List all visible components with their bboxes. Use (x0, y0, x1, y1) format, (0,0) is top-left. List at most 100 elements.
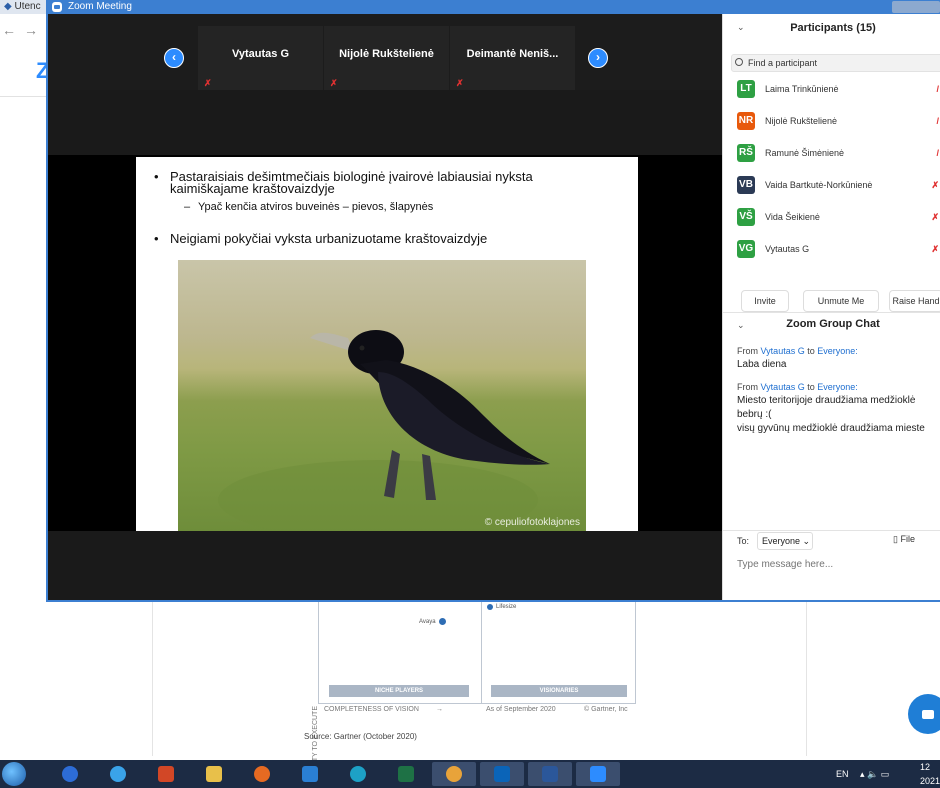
chevron-down-icon: ⌄ (802, 536, 811, 546)
copyright-label: © Gartner, Inc (584, 706, 628, 713)
chat-recipient[interactable]: Everyone: (817, 346, 858, 356)
quadrant-label: NICHE PLAYERS (329, 685, 469, 697)
prev-page-button[interactable]: ‹ (164, 48, 184, 68)
participant-name: Vaida Bartkutė-Norkūnienė (765, 180, 873, 190)
rook-photo: © cepuliofotoklajones (178, 260, 586, 531)
unmute-button[interactable]: Unmute Me (803, 290, 879, 312)
vendor-dot (439, 618, 446, 625)
quadrant-label: VISIONARIES (491, 685, 627, 697)
forward-arrow-icon[interactable]: → (24, 22, 38, 38)
avatar: RŠ (737, 144, 755, 162)
browser-tab[interactable]: ◆ Utenc (4, 0, 41, 14)
chat-to-word: to (807, 346, 815, 356)
tray-icons[interactable]: ▴ 🔈 ▭ (860, 760, 889, 788)
taskbar-chrome2-app[interactable] (432, 762, 476, 786)
slide-bullet: Neigiami pokyčiai vyksta urbanizuotame k… (154, 231, 487, 246)
taskbar-zoom-app[interactable] (576, 762, 620, 786)
participant-row[interactable]: LT Laima Trinkūnienė / (737, 80, 940, 100)
next-page-button[interactable]: › (588, 48, 608, 68)
invite-button[interactable]: Invite (741, 290, 789, 312)
taskbar-media-app[interactable] (288, 762, 332, 786)
clock-date[interactable]: 2021 (920, 774, 940, 788)
participant-name: Nijolė Rukštelienė (765, 116, 838, 126)
participant-name: Vytautas G (765, 244, 810, 254)
taskbar-excel-app[interactable] (384, 762, 428, 786)
edge-icon: ◆ (4, 1, 15, 12)
edge-icon (350, 766, 366, 782)
back-arrow-icon[interactable]: ← (2, 22, 16, 38)
video-thumbnail-strip: ‹ Vytautas G ✗ Nijolė Rukštelienė ✗ Deim… (48, 14, 722, 90)
vendor-dot (487, 604, 493, 610)
participant-row[interactable]: NR Nijolė Rukštelienė / (737, 112, 940, 132)
chat-message: Laba diena (737, 359, 787, 370)
chat-message-line: Miesto teritorijoje draudžiama medžioklė (737, 395, 916, 406)
thumbnail-name: Vytautas G (231, 48, 290, 60)
search-icon (735, 58, 743, 66)
taskbar: EN ▴ 🔈 ▭ 12 2021 (0, 760, 940, 788)
chat-from-word: From (737, 382, 758, 392)
vendor-label: Avaya (419, 619, 436, 625)
search-placeholder: Find a participant (748, 58, 818, 68)
thumbnail-name: Nijolė Rukštelienė (339, 48, 434, 60)
date-label: As of September 2020 (486, 706, 556, 713)
taskbar-edge-app[interactable] (336, 762, 380, 786)
window-controls[interactable] (892, 1, 940, 13)
chat-to-label: To: (737, 536, 750, 546)
chrome-icon (446, 766, 462, 782)
chat-divider (723, 530, 940, 531)
x-axis-arrow: → (436, 706, 443, 713)
zoom-camera-icon (52, 2, 62, 12)
participants-title: Participants (15) (790, 22, 876, 34)
magic-quadrant: Avaya Lifesize NICHE PLAYERS VISIONARIES (318, 598, 636, 704)
taskbar-firefox-app[interactable] (240, 762, 284, 786)
muted-mic-icon: ✗ (931, 212, 939, 222)
avatar: VG (737, 240, 755, 258)
participant-thumbnail[interactable]: Vytautas G ✗ (198, 26, 323, 90)
participant-row[interactable]: VŠ Vida Šeikienė ✗ (737, 208, 940, 228)
taskbar-explorer-app[interactable] (192, 762, 236, 786)
chat-recipient[interactable]: Everyone: (817, 382, 858, 392)
participant-search-input[interactable]: Find a participant (731, 54, 940, 72)
taskbar-chrome-app[interactable] (48, 762, 92, 786)
folder-icon (206, 766, 222, 782)
browser-tab-label: Utenc (14, 1, 41, 12)
clock-time[interactable]: 12 (920, 760, 930, 774)
taskbar-ie-app[interactable] (96, 762, 140, 786)
participant-name: Vida Šeikienė (765, 212, 820, 222)
chat-message-line: bebrų :( (737, 409, 772, 420)
taskbar-powerpoint-app[interactable] (144, 762, 188, 786)
zoom-titlebar: Zoom Meeting (46, 0, 940, 14)
outlook-icon (494, 766, 510, 782)
chat-widget-button[interactable] (908, 694, 940, 734)
participant-row[interactable]: VG Vytautas G ✗ (737, 240, 940, 260)
muted-mic-icon: ✗ (204, 78, 212, 88)
chat-sender[interactable]: Vytautas G (761, 346, 805, 356)
participant-thumbnail[interactable]: Deimantė Neniš... ✗ (450, 26, 575, 90)
chat-sender[interactable]: Vytautas G (761, 382, 805, 392)
zoom-icon (590, 766, 606, 782)
taskbar-outlook-app[interactable] (480, 762, 524, 786)
raise-hand-button[interactable]: Raise Hand (889, 290, 940, 312)
avatar: VŠ (737, 208, 755, 226)
muted-mic-icon: ✗ (931, 244, 939, 254)
chat-message-input[interactable] (737, 556, 937, 572)
start-button[interactable] (2, 762, 26, 786)
mic-icon: / (936, 116, 939, 126)
presentation-slide: Pastaraisiais dešimtmečiais biologinė įv… (136, 157, 638, 531)
word-icon (542, 766, 558, 782)
muted-mic-icon: ✗ (456, 78, 464, 88)
screen-share-area: Pastaraisiais dešimtmečiais biologinė įv… (48, 155, 722, 531)
media-player-icon (302, 766, 318, 782)
taskbar-word-app[interactable] (528, 762, 572, 786)
language-indicator[interactable]: EN (836, 760, 849, 788)
file-button[interactable]: ▯ File (893, 534, 915, 545)
meeting-stage: ‹ Vytautas G ✗ Nijolė Rukštelienė ✗ Deim… (48, 14, 722, 600)
avatar: NR (737, 112, 755, 130)
chat-meta: From Vytautas G to Everyone: (737, 346, 858, 356)
chat-recipient-select[interactable]: Everyone ⌄ (757, 532, 813, 550)
avatar: VB (737, 176, 755, 194)
participant-row[interactable]: RŠ Ramunė Šimėnienė / (737, 144, 940, 164)
participant-row[interactable]: VB Vaida Bartkutė-Norkūnienė ✗ (737, 176, 940, 196)
chat-title: Zoom Group Chat (786, 318, 880, 330)
participant-thumbnail[interactable]: Nijolė Rukštelienė ✗ (324, 26, 449, 90)
